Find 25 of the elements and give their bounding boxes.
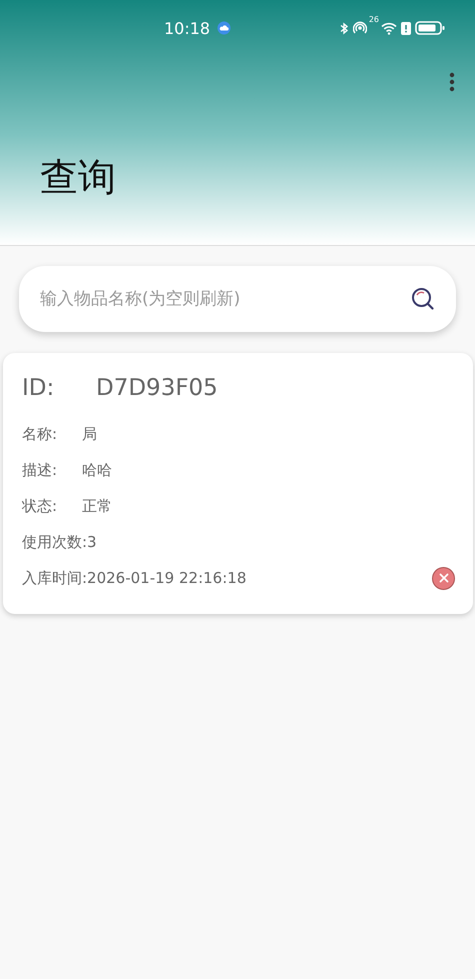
field-label: 状态:: [22, 496, 58, 516]
page-title: 查询: [40, 154, 117, 201]
id-label: ID:: [22, 375, 56, 401]
search-icon[interactable]: [410, 286, 436, 312]
search-field[interactable]: 输入物品名称(为空则刷新): [19, 266, 456, 332]
wifi-icon: [381, 22, 397, 34]
field-value: 局: [82, 424, 97, 444]
id-value: D7D93F05: [96, 375, 218, 401]
search-input[interactable]: 输入物品名称(为空则刷新): [38, 288, 410, 310]
cloud-icon: [217, 21, 232, 35]
more-menu-icon[interactable]: [449, 72, 455, 92]
delete-icon[interactable]: [432, 566, 455, 590]
field-label: 名称:: [22, 424, 58, 444]
sim-icon: [401, 22, 411, 34]
usage-count: 使用次数:3: [22, 532, 97, 552]
field-label: 描述:: [22, 460, 58, 480]
field-value: 正常: [82, 496, 112, 516]
battery-icon: [415, 21, 445, 35]
hotspot-icon: [352, 21, 367, 35]
wifi-standard-label: 6: [374, 15, 379, 24]
field-value: 哈哈: [82, 460, 112, 480]
hotspot-count-label: 2: [368, 15, 374, 24]
stored-time: 入库时间:2026-01-19 22:16:18: [22, 568, 246, 588]
bluetooth-icon: [340, 22, 349, 34]
status-time: 10:18: [164, 18, 210, 38]
